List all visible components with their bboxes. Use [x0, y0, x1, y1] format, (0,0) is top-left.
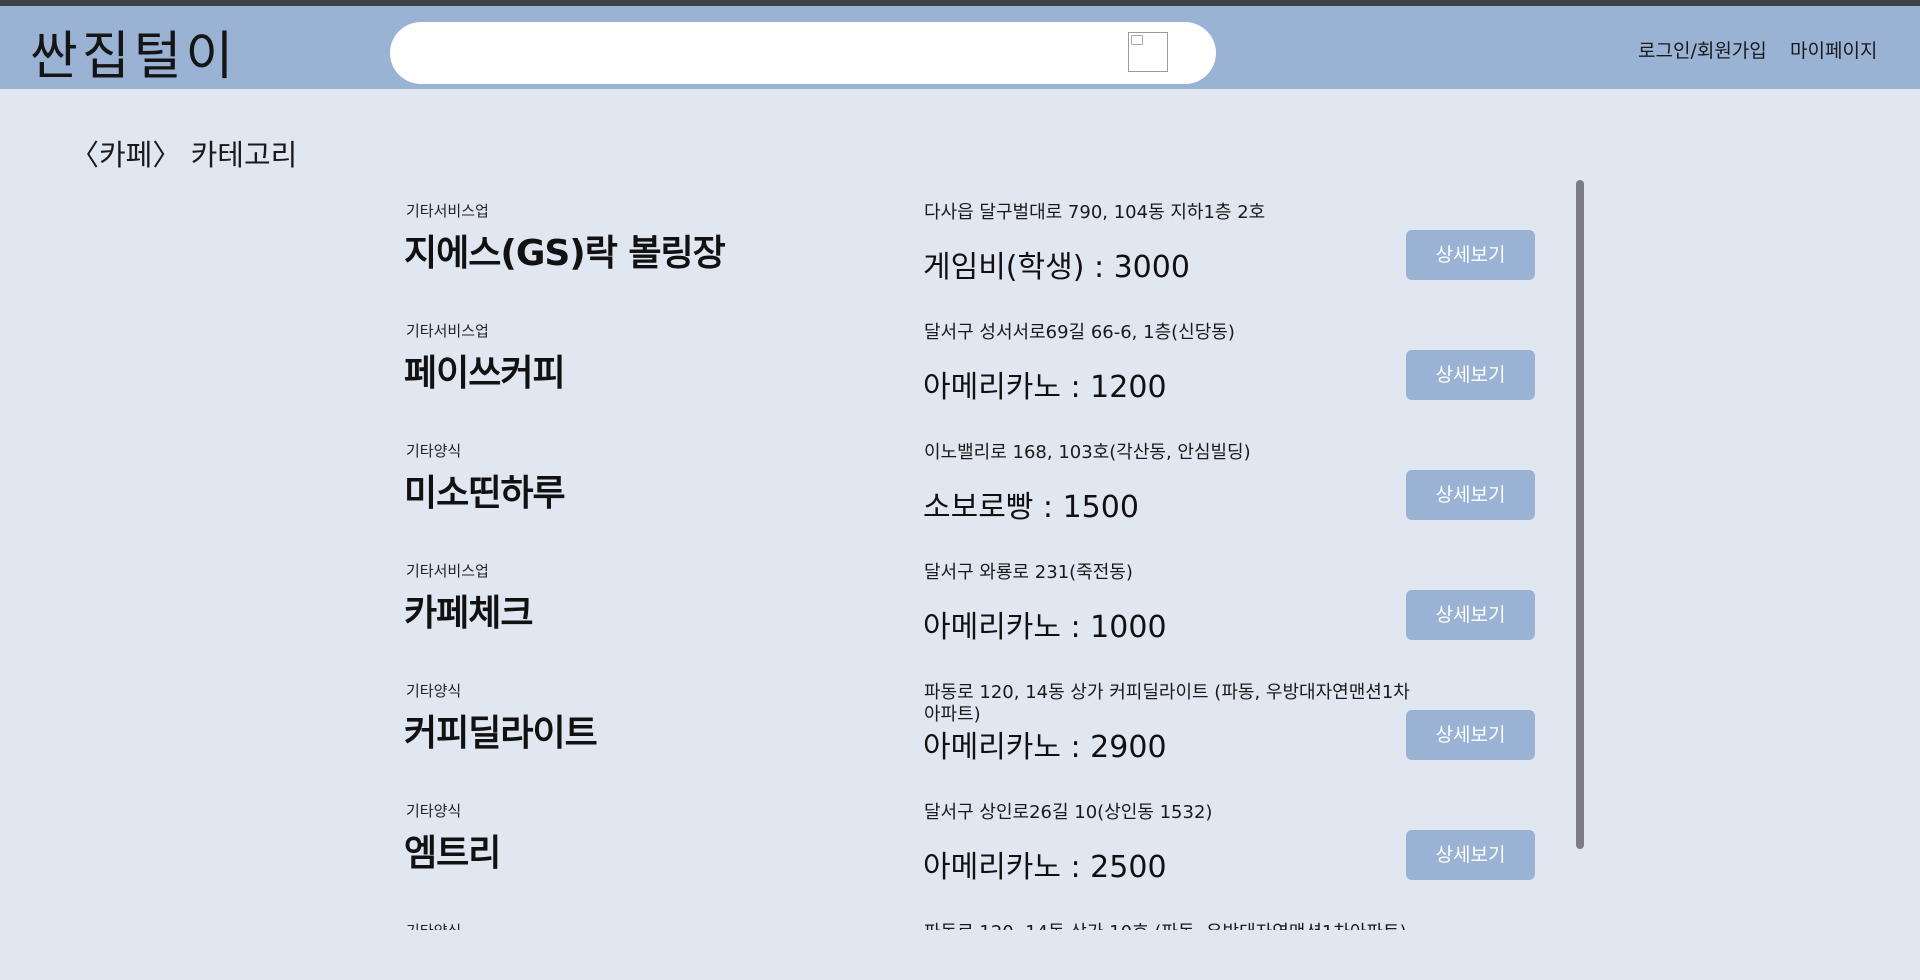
category-title: 〈카페〉 카테고리	[70, 138, 298, 172]
item-price: 소보로빵 : 1500	[923, 490, 1139, 525]
detail-button[interactable]: 상세보기	[1406, 350, 1535, 400]
item-address: 달서구 상인로26길 10(상인동 1532)	[924, 802, 1213, 823]
detail-button[interactable]: 상세보기	[1406, 830, 1535, 880]
item-name: 엠트리	[404, 833, 501, 874]
item-address: 달서구 성서서로69길 66-6, 1층(신당동)	[924, 322, 1235, 343]
item-address: 이노밸리로 168, 103호(각산동, 안심빌딩)	[924, 442, 1251, 463]
mypage-link[interactable]: 마이페이지	[1790, 36, 1877, 63]
item-name: 지에스(GS)락 볼링장	[404, 233, 726, 274]
login-signup-link[interactable]: 로그인/회원가입	[1638, 36, 1767, 63]
item-name: 미소띤하루	[404, 473, 566, 514]
item-category: 기타서비스업	[406, 202, 489, 220]
item-price: 아메리카노 : 1000	[923, 610, 1167, 645]
store-list[interactable]: 기타서비스업 지에스(GS)락 볼링장 다사읍 달구벌대로 790, 104동 …	[380, 180, 1570, 930]
list-item: 기타서비스업 카페체크 달서구 와룡로 231(죽전동) 아메리카노 : 100…	[380, 540, 1570, 660]
detail-button[interactable]: 상세보기	[1406, 710, 1535, 760]
detail-button[interactable]: 상세보기	[1406, 230, 1535, 280]
detail-button[interactable]: 상세보기	[1406, 470, 1535, 520]
header: 싼집털이 로그인/회원가입 마이페이지	[0, 6, 1920, 89]
list-item: 기타서비스업 페이쓰커피 달서구 성서서로69길 66-6, 1층(신당동) 아…	[380, 300, 1570, 420]
item-category: 기타서비스업	[406, 322, 489, 340]
item-price: 아메리카노 : 2900	[923, 730, 1167, 765]
list-item: 기타양식 미소띤하루 이노밸리로 168, 103호(각산동, 안심빌딩) 소보…	[380, 420, 1570, 540]
item-name: 카페체크	[404, 593, 533, 634]
item-address: 파동로 120, 14동 상가 10호 (파동, 우방대자연맨션1차아파트)	[924, 922, 1424, 930]
scrollbar[interactable]	[1576, 180, 1584, 849]
site-logo[interactable]: 싼집털이	[30, 14, 237, 89]
item-price: 아메리카노 : 1200	[923, 370, 1167, 405]
item-category: 기타양식	[406, 802, 462, 820]
item-address: 다사읍 달구벌대로 790, 104동 지하1층 2호	[924, 202, 1266, 223]
detail-button[interactable]: 상세보기	[1406, 590, 1535, 640]
list-item: 기타서비스업 지에스(GS)락 볼링장 다사읍 달구벌대로 790, 104동 …	[380, 180, 1570, 300]
item-address: 파동로 120, 14동 상가 커피딜라이트 (파동, 우방대자연맨션1차아파트…	[924, 682, 1410, 725]
item-address: 달서구 와룡로 231(죽전동)	[924, 562, 1133, 583]
item-price: 게임비(학생) : 3000	[923, 250, 1190, 285]
item-category: 기타서비스업	[406, 562, 489, 580]
item-name: 커피딜라이트	[404, 713, 598, 754]
item-category: 기타양식	[406, 442, 462, 460]
list-item: 기타양식 커피딜라이트 파동로 120, 14동 상가 커피딜라이트 (파동, …	[380, 660, 1570, 780]
item-category: 기타양식	[406, 682, 462, 700]
search-icon[interactable]	[1128, 32, 1168, 72]
item-category: 기타양식	[406, 920, 461, 930]
search-input[interactable]	[390, 22, 1216, 84]
list-item: 기타양식 엠트리 달서구 상인로26길 10(상인동 1532) 아메리카노 :…	[380, 780, 1570, 900]
list-item: 기타양식 파동로 120, 14동 상가 10호 (파동, 우방대자연맨션1차아…	[380, 900, 1570, 930]
item-name: 페이쓰커피	[404, 353, 566, 394]
item-price: 아메리카노 : 2500	[923, 850, 1167, 885]
